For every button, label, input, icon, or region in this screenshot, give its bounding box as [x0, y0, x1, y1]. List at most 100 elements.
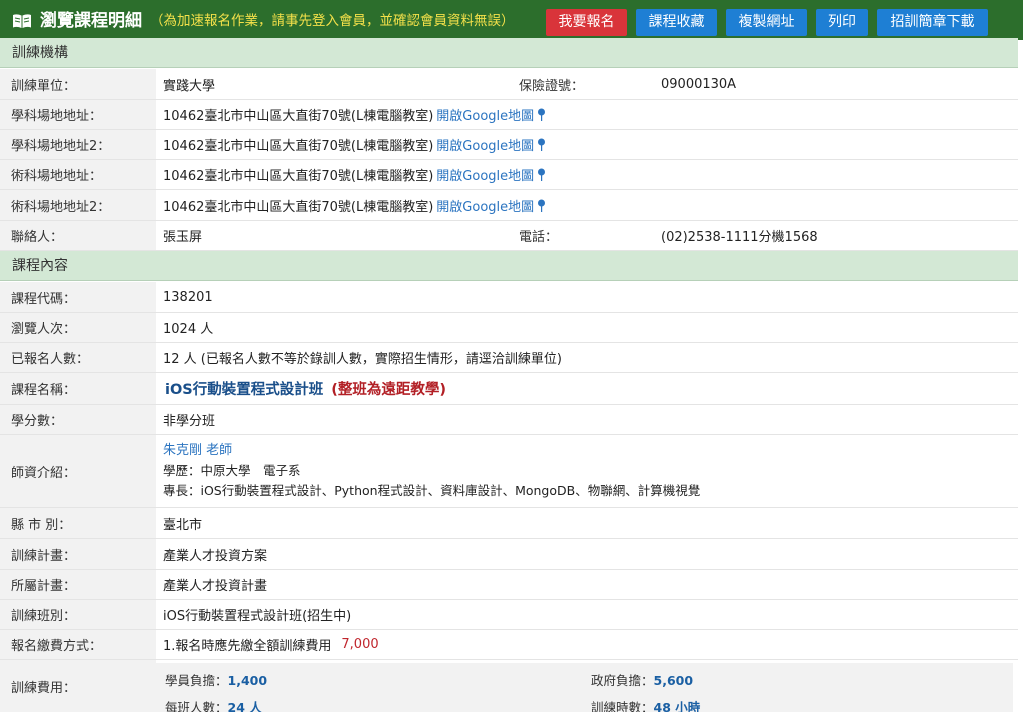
enrolled-label: 已報名人數：: [0, 343, 156, 372]
row-enrolled: 已報名人數： 12 人 (已報名人數不等於錄訓人數，實際招生情形，請逕洽訓練單位…: [0, 343, 1018, 373]
teacher-cell: 朱克剛 老師 學歷：中原大學 電子系 專長：iOS行動裝置程式設計、Python…: [156, 435, 1018, 507]
row-plan: 訓練計畫： 產業人才投資方案: [0, 539, 1018, 570]
page-title: 瀏覽課程明細: [40, 11, 142, 31]
address-label: 術科場地地址：: [0, 160, 156, 189]
row-city: 縣 市 別： 臺北市: [0, 508, 1018, 539]
city-value: 臺北市: [163, 517, 203, 533]
row-views: 瀏覽人次： 1024 人: [0, 313, 1018, 343]
student-cost-value: 1,400: [227, 673, 268, 688]
credit-value: 非學分班: [163, 414, 216, 429]
teacher-info: 朱克剛 老師 學歷：中原大學 電子系 專長：iOS行動裝置程式設計、Python…: [163, 442, 700, 500]
row-class: 訓練班別： iOS行動裝置程式設計班(招生中): [0, 600, 1018, 630]
student-cost-label: 學員負擔：: [165, 673, 228, 688]
brochure-download-button[interactable]: 招訓簡章下載: [877, 9, 988, 36]
map-pin-icon[interactable]: [537, 108, 546, 121]
google-map-link[interactable]: 開啟Google地圖: [436, 105, 534, 124]
payment-value: 1.報名時應先繳全額訓練費用: [163, 639, 332, 654]
address-text: 10462臺北市中山區大直街70號(L棟電腦教室): [163, 169, 434, 184]
cost-box: 學員負擔：1,400 政府負擔：5,600 每班人數：24 人 訓練時數：48 …: [156, 663, 1013, 712]
views-value: 1024 人: [163, 322, 214, 337]
address-text: 10462臺北市中山區大直街70號(L棟電腦教室): [163, 139, 434, 154]
google-map-link[interactable]: 開啟Google地圖: [436, 135, 534, 154]
row-unit: 訓練單位： 實踐大學 保險證號： 09000130A: [0, 69, 1018, 100]
print-button[interactable]: 列印: [816, 9, 868, 36]
remote-teaching-note: (整班為遠距教學): [331, 382, 447, 398]
google-map-link[interactable]: 開啟Google地圖: [436, 165, 534, 184]
login-notice: （為加速報名作業，請事先登入會員，並確認會員資料無誤）: [150, 13, 515, 29]
contact-label: 聯絡人：: [0, 221, 156, 250]
address-label: 術科場地地址2：: [0, 190, 156, 220]
google-map-link[interactable]: 開啟Google地圖: [436, 196, 534, 215]
title-wrap: 瀏覽課程明細 （為加速報名作業，請事先登入會員，並確認會員資料無誤）: [12, 11, 515, 31]
top-bar: 瀏覽課程明細 （為加速報名作業，請事先登入會員，並確認會員資料無誤） 我要報名 …: [0, 0, 1023, 40]
address-text: 10462臺北市中山區大直街70號(L棟電腦教室): [163, 199, 434, 215]
phone-value: (02)2538-1111分機1568: [661, 230, 818, 245]
row-address-4: 術科場地地址2： 10462臺北市中山區大直街70號(L棟電腦教室) 開啟Goo…: [0, 190, 1018, 221]
course-name: iOS行動裝置程式設計班: [165, 382, 324, 398]
row-sub-plan: 所屬計畫： 產業人才投資計畫: [0, 570, 1018, 600]
row-address-2: 學科場地地址2： 10462臺北市中山區大直街70號(L棟電腦教室) 開啟Goo…: [0, 130, 1018, 160]
teacher-expertise: 專長：iOS行動裝置程式設計、Python程式設計、資料庫設計、MongoDB、…: [163, 483, 701, 498]
copy-url-button[interactable]: 複製網址: [726, 9, 807, 36]
phone-label: 電話：: [519, 230, 559, 245]
map-pin-icon[interactable]: [537, 168, 546, 181]
class-label: 訓練班別：: [0, 600, 156, 629]
cost-label: 訓練費用：: [0, 660, 156, 712]
plan-value: 產業人才投資方案: [163, 548, 268, 564]
enrolled-value: 12 人 (已報名人數不等於錄訓人數，實際招生情形，請逕洽訓練單位): [163, 352, 562, 367]
class-value: iOS行動裝置程式設計班(招生中): [163, 609, 352, 624]
payment-label: 報名繳費方式：: [0, 630, 156, 659]
book-icon: [12, 13, 32, 29]
address-label: 學科場地地址2：: [0, 130, 156, 159]
class-size: 每班人數：24 人: [165, 697, 262, 712]
unit-value: 實踐大學: [163, 78, 216, 94]
map-pin-icon[interactable]: [537, 138, 546, 151]
row-course-code: 課程代碼： 138201: [0, 282, 1018, 313]
payment-amount: 7,000: [341, 637, 379, 652]
map-pin-icon[interactable]: [537, 199, 546, 212]
views-label: 瀏覽人次：: [0, 313, 156, 342]
row-credit: 學分數： 非學分班: [0, 405, 1018, 435]
course-name-cell: iOS行動裝置程式設計班 (整班為遠距教學): [156, 373, 1018, 404]
gov-cost-value: 5,600: [653, 673, 694, 688]
student-cost: 學員負擔：1,400: [165, 670, 267, 689]
row-address-3: 術科場地地址： 10462臺北市中山區大直街70號(L棟電腦教室) 開啟Goog…: [0, 160, 1018, 190]
row-teacher: 師資介紹： 朱克剛 老師 學歷：中原大學 電子系 專長：iOS行動裝置程式設計、…: [0, 435, 1018, 508]
course-code-label: 課程代碼：: [0, 282, 156, 312]
address-label: 學科場地地址：: [0, 100, 156, 129]
contact-value: 張玉屏: [163, 230, 203, 245]
teacher-name[interactable]: 朱克剛 老師: [163, 442, 700, 460]
sub-plan-label: 所屬計畫：: [0, 570, 156, 599]
city-label: 縣 市 別：: [0, 508, 156, 538]
section-course-content: 課程內容: [0, 251, 1018, 281]
gov-cost-label: 政府負擔：: [591, 673, 654, 688]
course-name-label: 課程名稱：: [0, 373, 156, 404]
class-size-value: 24 人: [227, 700, 262, 712]
training-hours-label: 訓練時數：: [591, 700, 654, 712]
apply-button[interactable]: 我要報名: [546, 9, 627, 36]
favorite-button[interactable]: 課程收藏: [636, 9, 717, 36]
unit-label: 訓練單位：: [0, 69, 156, 99]
row-payment: 報名繳費方式： 1.報名時應先繳全額訓練費用 7,000: [0, 630, 1018, 660]
address-value: 10462臺北市中山區大直街70號(L棟電腦教室) 開啟Google地圖: [156, 130, 1018, 159]
training-hours: 訓練時數：48 小時: [591, 697, 700, 712]
plan-label: 訓練計畫：: [0, 539, 156, 569]
address-value: 10462臺北市中山區大直街70號(L棟電腦教室) 開啟Google地圖: [156, 100, 1018, 129]
sub-plan-value: 產業人才投資計畫: [163, 579, 268, 594]
training-hours-value: 48 小時: [653, 700, 701, 712]
insurance-label: 保險證號：: [519, 78, 585, 94]
row-course-name: 課程名稱： iOS行動裝置程式設計班 (整班為遠距教學): [0, 373, 1018, 405]
course-code-value: 138201: [163, 289, 213, 305]
teacher-education: 學歷：中原大學 電子系: [163, 463, 301, 478]
class-size-label: 每班人數：: [165, 700, 228, 712]
row-address-1: 學科場地地址： 10462臺北市中山區大直街70號(L棟電腦教室) 開啟Goog…: [0, 100, 1018, 130]
address-value: 10462臺北市中山區大直街70號(L棟電腦教室) 開啟Google地圖: [156, 160, 1018, 189]
teacher-label: 師資介紹：: [0, 435, 156, 507]
gov-cost: 政府負擔：5,600: [591, 670, 693, 689]
credit-label: 學分數：: [0, 405, 156, 434]
payment-cell: 1.報名時應先繳全額訓練費用 7,000: [156, 630, 1018, 659]
address-text: 10462臺北市中山區大直街70號(L棟電腦教室): [163, 109, 434, 124]
insurance-value: 09000130A: [661, 76, 737, 92]
address-value: 10462臺北市中山區大直街70號(L棟電腦教室) 開啟Google地圖: [156, 190, 1018, 220]
row-contact: 聯絡人： 張玉屏 電話： (02)2538-1111分機1568: [0, 221, 1018, 251]
